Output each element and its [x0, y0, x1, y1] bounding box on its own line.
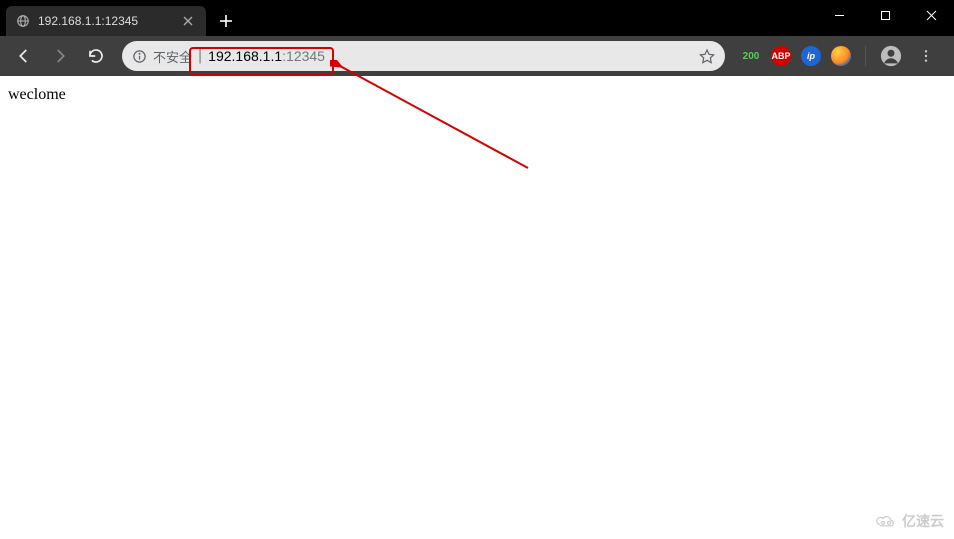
window-controls [816, 0, 954, 30]
ip-extension-icon[interactable]: ip [801, 46, 821, 66]
url-host: 192.168.1.1 [208, 48, 282, 64]
reload-button[interactable] [80, 40, 112, 72]
maximize-button[interactable] [862, 0, 908, 30]
browser-toolbar: 不安全 | 192.168.1.1:12345 200 ABP ip [0, 36, 954, 76]
circle-extension-icon[interactable] [831, 46, 851, 66]
toolbar-divider [865, 46, 866, 66]
new-tab-button[interactable] [212, 7, 240, 35]
tab-strip: 192.168.1.1:12345 [0, 0, 240, 36]
back-button[interactable] [8, 40, 40, 72]
close-window-button[interactable] [908, 0, 954, 30]
url-text: 192.168.1.1:12345 [208, 48, 325, 64]
window-titlebar: 192.168.1.1:12345 [0, 0, 954, 36]
page-body-text: weclome [8, 86, 66, 103]
globe-icon [16, 14, 30, 28]
extensions-area: 200 ABP ip [735, 45, 946, 67]
bookmark-star-icon[interactable] [699, 48, 715, 64]
insecure-label: 不安全 [153, 47, 192, 66]
forward-button[interactable] [44, 40, 76, 72]
page-content: weclome [0, 76, 954, 114]
address-bar[interactable]: 不安全 | 192.168.1.1:12345 [122, 41, 725, 71]
watermark-text: 亿速云 [902, 511, 944, 531]
info-icon[interactable] [132, 49, 147, 64]
kebab-menu-icon[interactable] [912, 48, 940, 64]
close-tab-icon[interactable] [180, 13, 196, 29]
url-port: :12345 [282, 48, 325, 64]
abp-extension-icon[interactable]: ABP [771, 46, 791, 66]
profile-avatar-icon[interactable] [880, 45, 902, 67]
minimize-button[interactable] [816, 0, 862, 30]
tab-title: 192.168.1.1:12345 [38, 14, 172, 28]
browser-tab[interactable]: 192.168.1.1:12345 [6, 6, 206, 36]
watermark: 亿速云 [874, 511, 944, 531]
status-extension-icon[interactable]: 200 [741, 46, 761, 66]
